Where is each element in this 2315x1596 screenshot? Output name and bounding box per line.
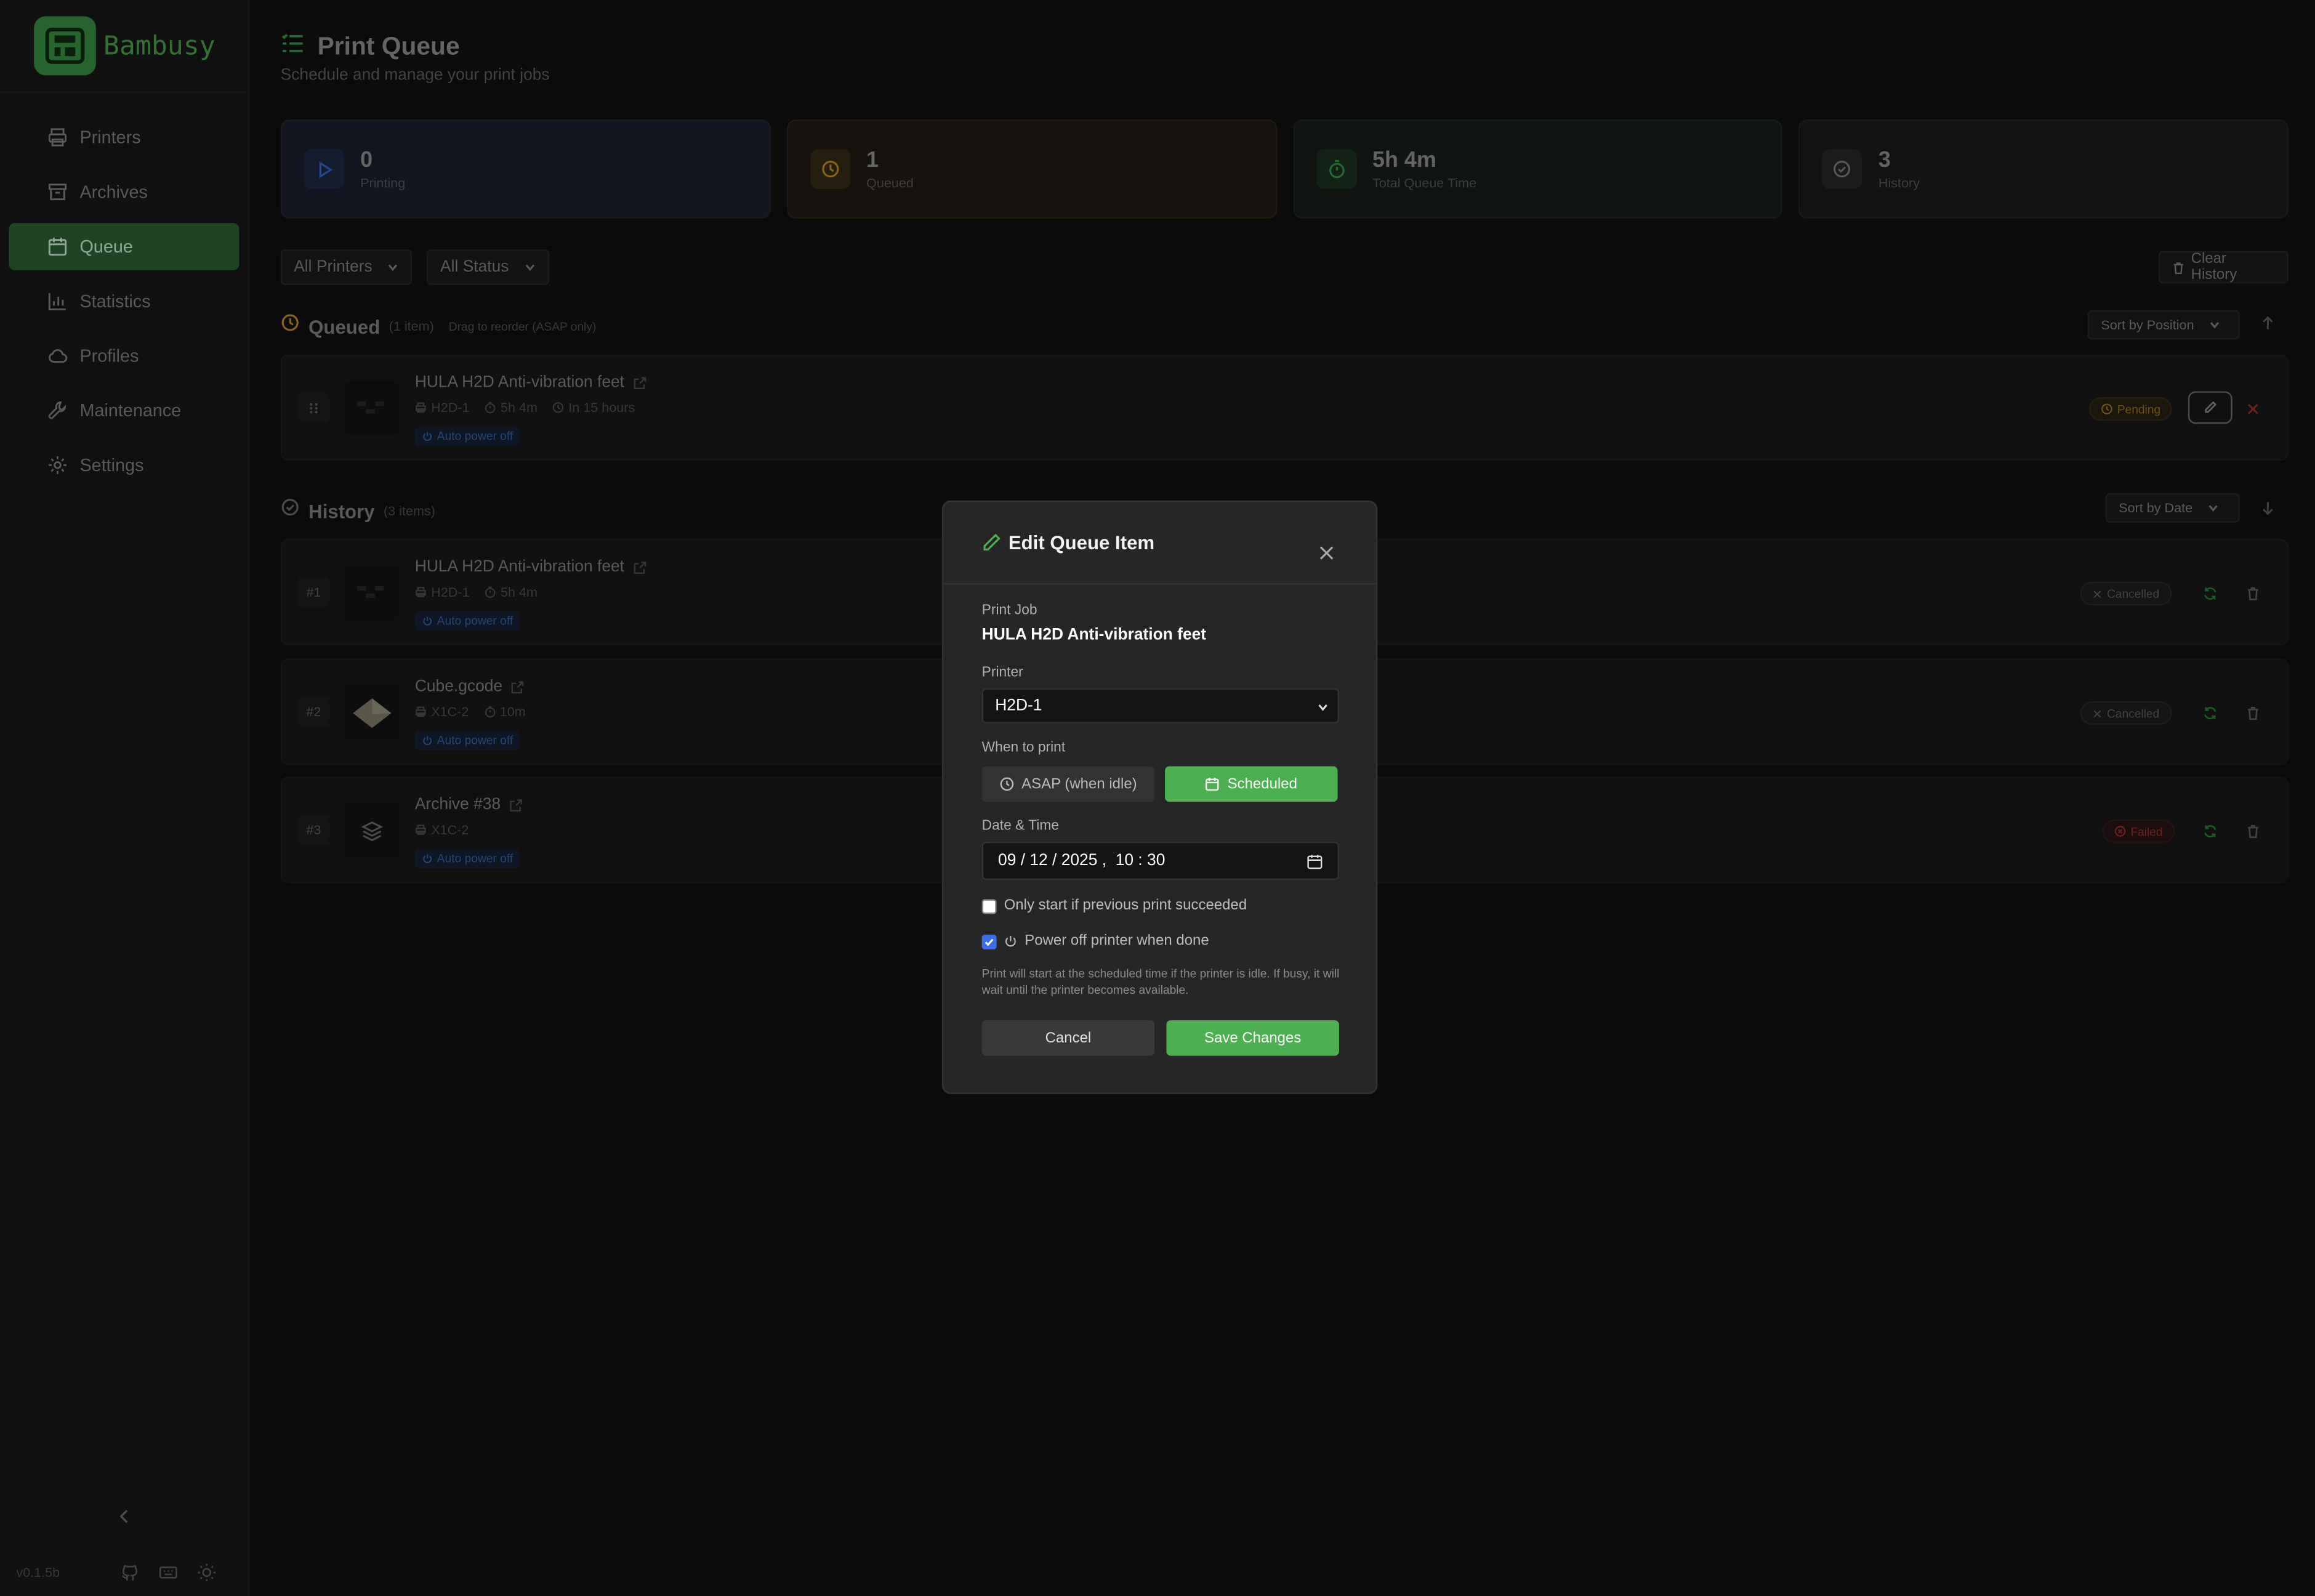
power-off-when-done-checkbox[interactable]: Power off printer when done bbox=[981, 933, 1209, 949]
only-start-if-succeeded-checkbox[interactable]: Only start if previous print succeeded bbox=[981, 897, 1247, 914]
asap-option-button[interactable]: ASAP (when idle) bbox=[981, 766, 1155, 802]
clock-icon bbox=[999, 776, 1014, 791]
calendar-icon bbox=[1206, 776, 1220, 791]
cancel-button[interactable]: Cancel bbox=[981, 1020, 1155, 1056]
power-icon bbox=[1004, 935, 1018, 948]
when-to-print-label: When to print bbox=[981, 740, 1066, 756]
checkbox-checked[interactable] bbox=[981, 933, 997, 949]
modal-header: Edit Queue Item bbox=[943, 502, 1376, 585]
only-start-if-succeeded-label: Only start if previous print succeeded bbox=[1004, 897, 1247, 914]
power-off-when-done-label: Power off printer when done bbox=[1025, 933, 1209, 949]
close-icon[interactable] bbox=[1318, 545, 1334, 561]
printer-select[interactable]: H2D-1 bbox=[981, 688, 1339, 724]
print-job-label: Print Job bbox=[981, 602, 1037, 619]
pencil-icon bbox=[982, 533, 1001, 552]
date-time-input[interactable]: 09 / 12 / 2025 , 10 : 30 bbox=[981, 841, 1339, 881]
chevron-down-icon bbox=[1317, 701, 1329, 713]
modal-title: Edit Queue Item bbox=[1008, 531, 1155, 554]
schedule-note: Print will start at the scheduled time i… bbox=[981, 967, 1340, 997]
asap-option-label: ASAP (when idle) bbox=[1021, 776, 1137, 792]
printer-select-value: H2D-1 bbox=[995, 696, 1042, 715]
save-changes-button[interactable]: Save Changes bbox=[1166, 1020, 1339, 1056]
date-time-value: 09 / 12 / 2025 , 10 : 30 bbox=[998, 852, 1166, 870]
printer-label: Printer bbox=[981, 664, 1023, 681]
calendar-icon[interactable] bbox=[1306, 853, 1323, 869]
edit-queue-item-dialog: Edit Queue Item Print Job HULA H2D Anti-… bbox=[941, 500, 1378, 1094]
checkbox-unchecked[interactable] bbox=[981, 898, 997, 914]
print-job-value: HULA H2D Anti-vibration feet bbox=[981, 626, 1207, 644]
scheduled-option-label: Scheduled bbox=[1227, 776, 1297, 792]
date-time-label: Date & Time bbox=[981, 818, 1060, 834]
scheduled-option-button[interactable]: Scheduled bbox=[1165, 766, 1338, 802]
